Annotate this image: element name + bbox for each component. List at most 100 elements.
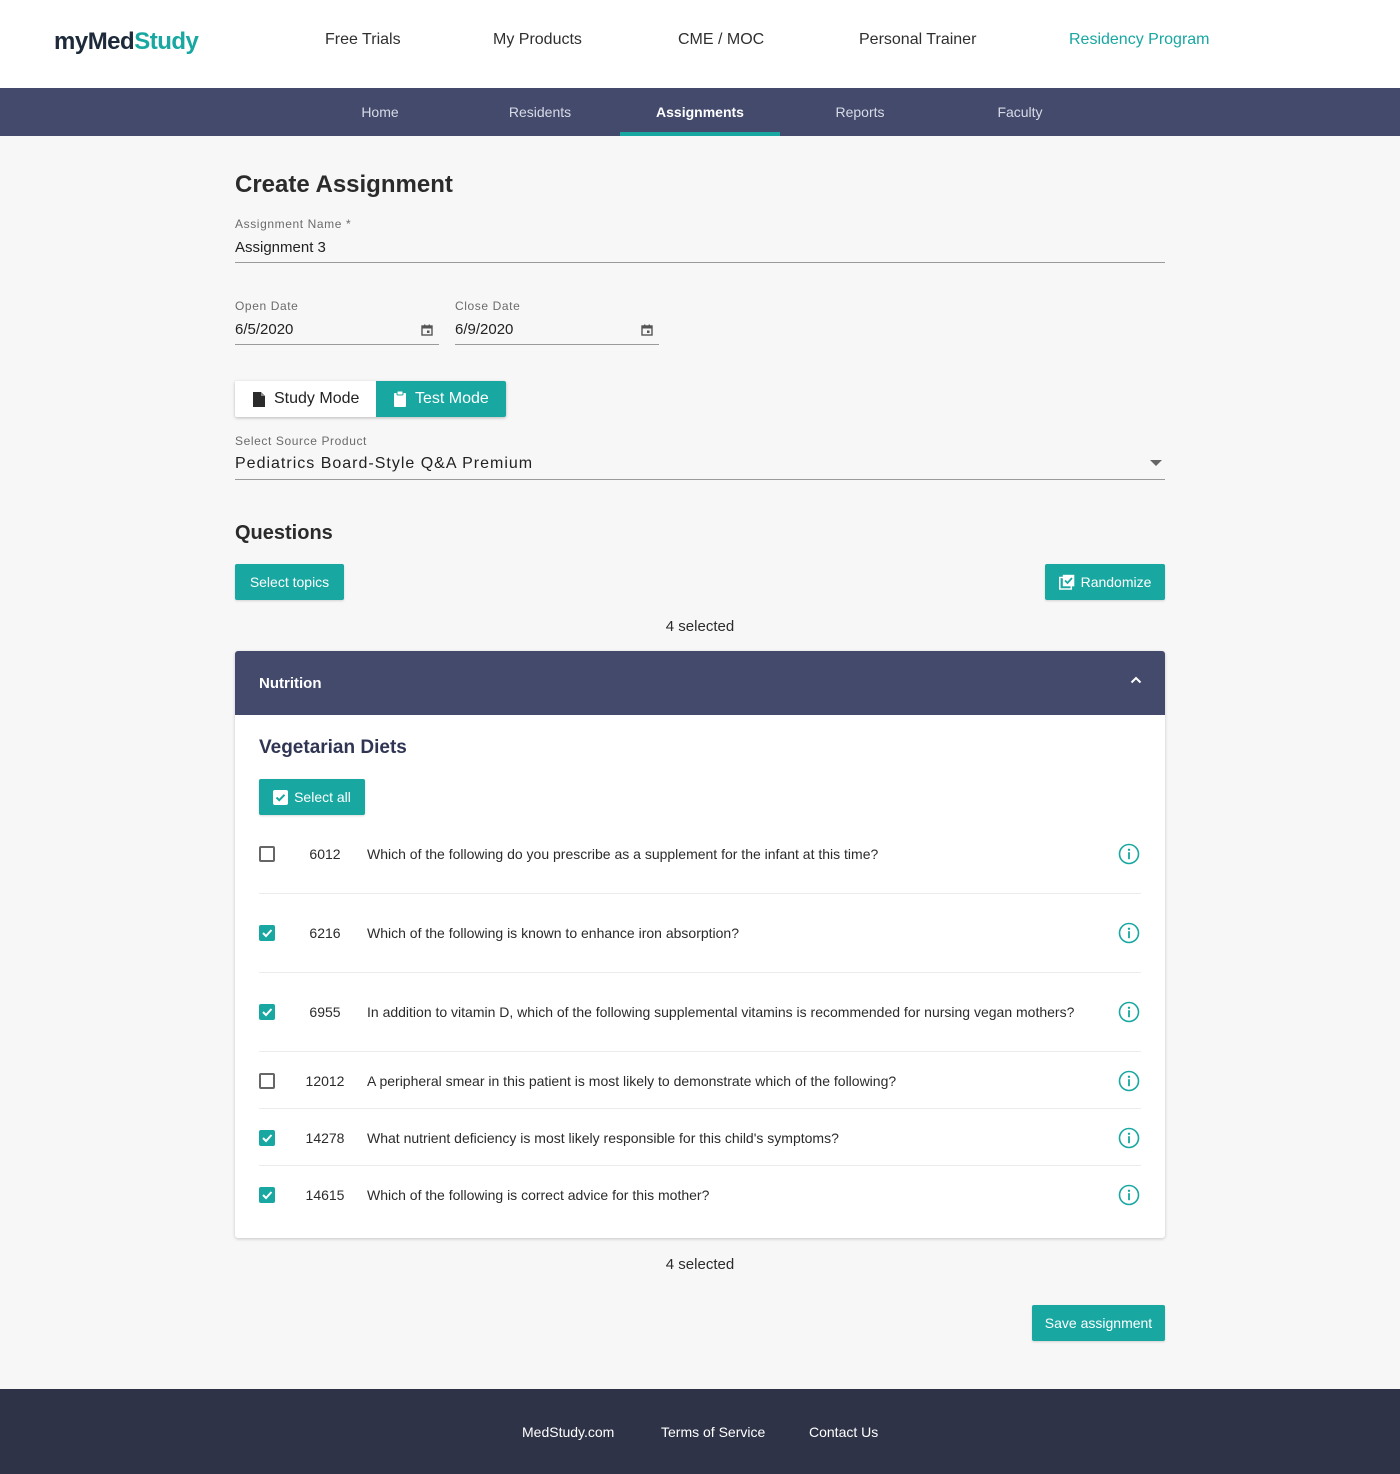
nav-free-trials[interactable]: Free Trials [325, 31, 401, 49]
tab-home[interactable]: Home [300, 88, 460, 136]
info-icon[interactable] [1118, 1001, 1140, 1023]
calendar-icon[interactable] [421, 324, 433, 336]
top-header: myMedStudy Free Trials My Products CME /… [0, 0, 1400, 88]
page-title: Create Assignment [235, 171, 453, 198]
select-topics-label: Select topics [249, 574, 330, 590]
logo-study: Study [134, 28, 199, 55]
question-id: 14615 [305, 1187, 345, 1203]
test-mode-label: Test Mode [415, 390, 489, 407]
question-checkbox[interactable] [259, 925, 275, 941]
question-id: 6012 [309, 846, 341, 862]
checkmark-icon [262, 929, 273, 938]
assignment-name-underline [235, 262, 1165, 263]
checkmark-icon [262, 1134, 273, 1143]
question-row: 6216 Which of the following is known to e… [259, 922, 1141, 944]
footer-link-terms[interactable]: Terms of Service [661, 1424, 765, 1440]
row-divider [259, 972, 1141, 973]
selected-count-bottom: 4 selected [665, 1256, 735, 1273]
question-row: 6955 In addition to vitamin D, which of t… [259, 1001, 1141, 1023]
tab-reports[interactable]: Reports [780, 88, 940, 136]
document-icon [253, 391, 265, 407]
randomize-button[interactable]: Randomize [1045, 564, 1165, 600]
test-mode-button[interactable]: Test Mode [376, 381, 506, 417]
question-id: 6216 [309, 925, 341, 941]
select-all-label: Select all [294, 789, 351, 805]
clipboard-icon [394, 391, 406, 407]
open-date-underline [235, 344, 439, 345]
topic-card-header[interactable]: Nutrition [235, 651, 1165, 715]
row-divider [259, 1051, 1141, 1052]
info-icon[interactable] [1118, 1184, 1140, 1206]
source-product-label: Select Source Product [235, 434, 367, 448]
question-checkbox[interactable] [259, 1073, 275, 1089]
tab-residents[interactable]: Residents [460, 88, 620, 136]
save-assignment-label: Save assignment [1044, 1315, 1153, 1331]
question-row: 12012 A peripheral smear in this patient … [259, 1070, 1141, 1092]
question-text: A peripheral smear in this patient is mo… [367, 1073, 897, 1089]
nav-residency-program[interactable]: Residency Program [1069, 31, 1210, 49]
footer: MedStudy.com Terms of Service Contact Us [0, 1389, 1400, 1474]
selected-count-top: 4 selected [665, 618, 735, 635]
topic-name: Nutrition [259, 675, 322, 692]
calendar-icon[interactable] [641, 324, 653, 336]
dropdown-arrow-icon[interactable] [1150, 460, 1162, 466]
question-checkbox[interactable] [259, 846, 275, 862]
nav-my-products[interactable]: My Products [493, 31, 582, 49]
footer-link-medstudy[interactable]: MedStudy.com [522, 1424, 614, 1440]
study-mode-button[interactable]: Study Mode [235, 381, 376, 417]
chevron-up-icon[interactable] [1129, 673, 1143, 687]
question-checkbox[interactable] [259, 1130, 275, 1146]
close-date-label: Close Date [455, 299, 521, 313]
mymedstudy-logo[interactable]: myMedStudy [54, 28, 199, 56]
info-icon[interactable] [1118, 1070, 1140, 1092]
assignment-name-label: Assignment Name * [235, 217, 352, 231]
footer-link-contact[interactable]: Contact Us [809, 1424, 878, 1440]
randomize-icon [1058, 574, 1074, 590]
subtopic-title: Vegetarian Diets [259, 737, 407, 758]
tab-assignments[interactable]: Assignments [620, 88, 780, 136]
row-divider [259, 1108, 1141, 1109]
select-all-button[interactable]: Select all [259, 779, 365, 815]
question-checkbox[interactable] [259, 1187, 275, 1203]
open-date-label: Open Date [235, 299, 299, 313]
source-product-select[interactable]: Pediatrics Board-Style Q&A Premium [235, 455, 533, 473]
open-date-input[interactable]: 6/5/2020 [235, 321, 293, 338]
info-icon[interactable] [1118, 922, 1140, 944]
question-row: 14278 What nutrient deficiency is most li… [259, 1127, 1141, 1149]
save-assignment-button[interactable]: Save assignment [1032, 1305, 1165, 1341]
questions-heading: Questions [235, 522, 333, 544]
assignment-name-input[interactable]: Assignment 3 [235, 239, 326, 256]
nav-cme-moc[interactable]: CME / MOC [678, 31, 764, 49]
logo-my: my [54, 28, 88, 55]
question-text: Which of the following is known to enhan… [367, 925, 739, 941]
question-text: What nutrient deficiency is most likely … [367, 1130, 839, 1146]
sub-nav: Home Residents Assignments Reports Facul… [0, 88, 1400, 136]
question-row: 14615 Which of the following is correct a… [259, 1184, 1141, 1206]
checkbox-checked-icon [273, 789, 289, 805]
nav-personal-trainer[interactable]: Personal Trainer [859, 31, 976, 49]
row-divider [259, 1165, 1141, 1166]
topic-card: Nutrition Vegetarian Diets Select all 60… [235, 651, 1165, 1238]
question-id: 6955 [309, 1004, 341, 1020]
info-icon[interactable] [1118, 1127, 1140, 1149]
question-row: 6012 Which of the following do you prescr… [259, 843, 1141, 865]
source-product-underline [235, 479, 1165, 480]
row-divider [259, 893, 1141, 894]
select-topics-button[interactable]: Select topics [235, 564, 344, 600]
question-checkbox[interactable] [259, 1004, 275, 1020]
question-id: 14278 [305, 1130, 345, 1146]
checkmark-icon [262, 1191, 273, 1200]
info-icon[interactable] [1118, 843, 1140, 865]
checkmark-icon [262, 1008, 273, 1017]
study-mode-label: Study Mode [274, 390, 360, 407]
question-text: Which of the following do you prescribe … [367, 846, 879, 862]
close-date-underline [455, 344, 659, 345]
question-text: In addition to vitamin D, which of the f… [367, 1004, 1075, 1020]
mode-toggle: Study Mode Test Mode [235, 381, 506, 417]
logo-med: Med [87, 28, 135, 55]
question-text: Which of the following is correct advice… [367, 1187, 710, 1203]
close-date-input[interactable]: 6/9/2020 [455, 321, 513, 338]
tab-faculty[interactable]: Faculty [940, 88, 1100, 136]
randomize-label: Randomize [1080, 574, 1152, 590]
question-id: 12012 [305, 1073, 345, 1089]
